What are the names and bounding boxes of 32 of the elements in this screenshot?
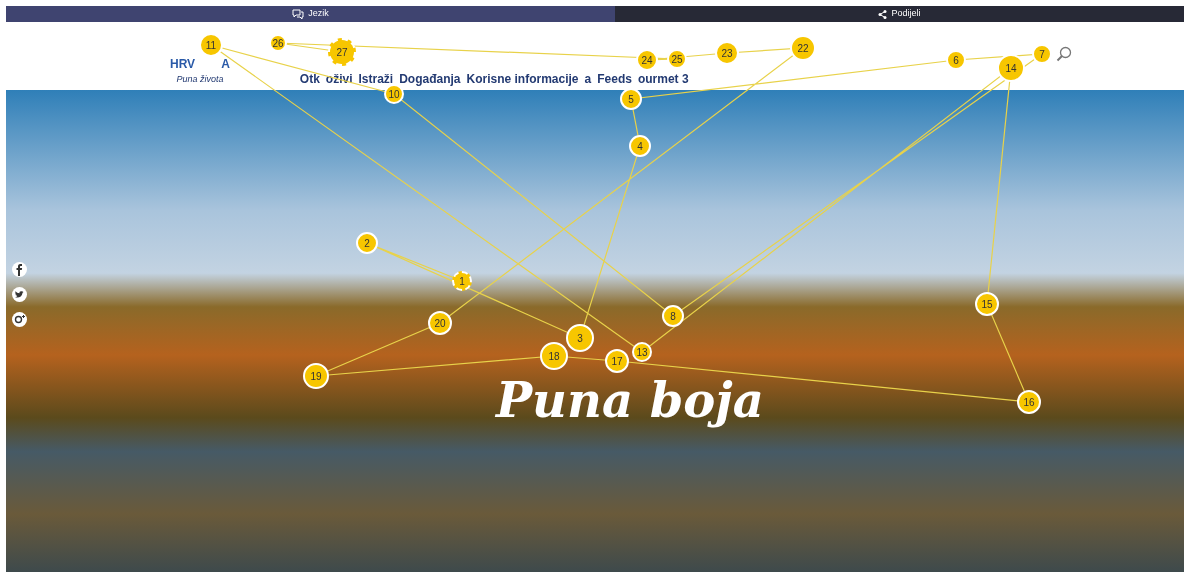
- logo-wordmark: A: [221, 55, 230, 73]
- speech-bubbles-icon: [292, 9, 305, 19]
- nav-link[interactable]: Istraži: [358, 72, 394, 86]
- gaze-fixation-marker: 11: [199, 33, 223, 57]
- gaze-fixation-marker: 27: [328, 38, 356, 66]
- nav-link[interactable]: Događanja: [399, 72, 461, 86]
- gaze-fixation-marker: 24: [636, 49, 658, 71]
- nav-link[interactable]: Feeds: [597, 72, 632, 86]
- gaze-fixation-marker: 25: [667, 49, 687, 69]
- gaze-fixation-marker: 6: [946, 50, 966, 70]
- nav-link[interactable]: Otk: [299, 72, 320, 86]
- gaze-fixation-marker: 22: [790, 35, 816, 61]
- site-logo[interactable]: HRV A Puna života: [170, 54, 230, 86]
- gaze-fixation-marker: 5: [620, 88, 642, 110]
- nav-link[interactable]: Korisne informacije: [466, 72, 579, 86]
- gaze-fixation-marker: 26: [269, 34, 287, 52]
- facebook-icon[interactable]: [12, 262, 27, 277]
- language-button[interactable]: Jezik: [6, 6, 615, 22]
- nav-link[interactable]: ourmet 3: [637, 72, 689, 86]
- logo-tagline: Puna života: [176, 72, 224, 86]
- gaze-fixation-marker: 14: [997, 54, 1025, 82]
- twitter-icon[interactable]: [12, 287, 27, 302]
- gaze-fixation-marker: 10: [384, 84, 404, 104]
- search-icon[interactable]: [1056, 46, 1072, 62]
- hero-headline: Puna boja: [496, 372, 764, 428]
- logo-wordmark: HRV: [170, 55, 196, 73]
- share-icon: [878, 9, 888, 19]
- gaze-fixation-marker: 23: [715, 41, 739, 65]
- nav-link[interactable]: a: [584, 72, 592, 86]
- share-button[interactable]: Podijeli: [615, 6, 1184, 22]
- gaze-fixation-marker: 7: [1032, 44, 1052, 64]
- google-plus-icon[interactable]: [12, 312, 27, 327]
